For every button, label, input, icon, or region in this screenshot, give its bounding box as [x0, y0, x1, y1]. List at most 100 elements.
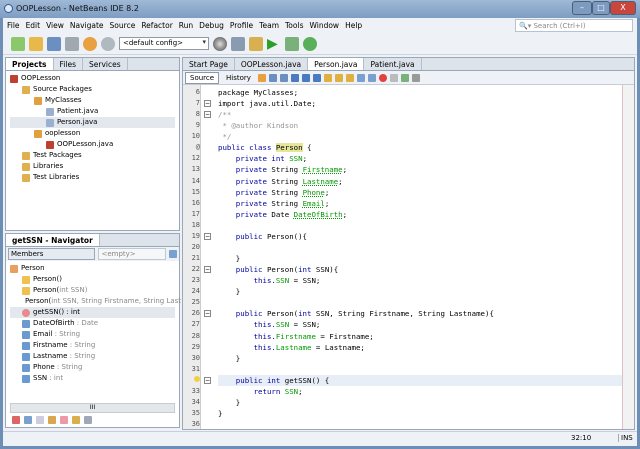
tree-item[interactable]: Libraries [10, 161, 175, 172]
close-button[interactable]: X [610, 1, 636, 15]
previous-bookmark-icon[interactable] [335, 74, 343, 82]
filter-static-icon[interactable] [36, 416, 44, 424]
editor-vscrollbar[interactable] [622, 85, 634, 429]
build-icon[interactable] [231, 37, 245, 51]
editor-tab[interactable]: Person.java [308, 58, 364, 70]
minimize-button[interactable]: – [572, 1, 592, 15]
menu-team[interactable]: Team [259, 21, 279, 30]
menu-debug[interactable]: Debug [199, 21, 224, 30]
menu-source[interactable]: Source [110, 21, 136, 30]
tab-services[interactable]: Services [83, 58, 128, 70]
menu-tools[interactable]: Tools [285, 21, 303, 30]
tree-item[interactable]: Patient.java [10, 106, 175, 117]
fold-toggle-icon[interactable]: − [204, 310, 211, 317]
profile-icon[interactable] [303, 37, 317, 51]
open-project-icon[interactable] [47, 37, 61, 51]
menu-window[interactable]: Window [309, 21, 339, 30]
tree-item[interactable]: Person.java [10, 117, 175, 128]
next-bookmark-icon[interactable] [346, 74, 354, 82]
record-macro-icon[interactable] [379, 74, 387, 82]
menu-refactor[interactable]: Refactor [141, 21, 172, 30]
navigator-item[interactable]: Firstname : String [10, 340, 175, 351]
menu-help[interactable]: Help [345, 21, 362, 30]
history-tab[interactable]: History [222, 73, 255, 83]
fold-toggle-icon[interactable]: − [204, 100, 211, 107]
tab-projects[interactable]: Projects [6, 58, 54, 70]
menu-view[interactable]: View [46, 21, 64, 30]
menu-file[interactable]: File [7, 21, 20, 30]
scroll-grip: III [90, 404, 95, 411]
scope-select[interactable]: <empty> [98, 248, 166, 260]
filter-inner-icon[interactable] [60, 416, 68, 424]
find-icon[interactable] [291, 74, 299, 82]
layout-icon[interactable] [169, 250, 177, 258]
globe-icon[interactable] [213, 37, 227, 51]
code-editor[interactable]: 6package MyClasses;7import java.util.Dat… [183, 85, 634, 429]
fold-toggle-icon[interactable]: − [204, 377, 211, 384]
filter-nonpublic-icon[interactable] [48, 416, 56, 424]
navigator-title[interactable]: getSSN - Navigator [6, 234, 100, 246]
run-icon[interactable]: ▶ [267, 37, 281, 51]
redo-icon[interactable] [101, 37, 115, 51]
menu-run[interactable]: Run [179, 21, 193, 30]
clean-build-icon[interactable] [249, 37, 263, 51]
last-edit-icon[interactable] [258, 74, 266, 82]
sort-name-icon[interactable] [84, 416, 92, 424]
menu-navigate[interactable]: Navigate [70, 21, 104, 30]
navigator-item[interactable]: Person [10, 263, 175, 274]
editor-tab[interactable]: Start Page [183, 58, 235, 70]
tab-files[interactable]: Files [54, 58, 83, 70]
forward-icon[interactable] [280, 74, 288, 82]
maximize-button[interactable]: □ [592, 1, 610, 15]
tree-item[interactable]: OOPLesson.java [10, 139, 175, 150]
tree-item[interactable]: Test Packages [10, 150, 175, 161]
tree-item[interactable]: Test Libraries [10, 172, 175, 183]
shift-right-icon[interactable] [368, 74, 376, 82]
java-file-icon [46, 108, 54, 116]
toggle-highlight-icon[interactable] [324, 74, 332, 82]
find-next-icon[interactable] [313, 74, 321, 82]
navigator-item[interactable]: DateOfBirth : Date [10, 318, 175, 329]
tree-item[interactable]: Source Packages [10, 84, 175, 95]
menu-edit[interactable]: Edit [26, 21, 41, 30]
package-icon [34, 130, 42, 138]
uncomment-icon[interactable] [412, 74, 420, 82]
find-previous-icon[interactable] [302, 74, 310, 82]
sort-icon[interactable] [72, 416, 80, 424]
source-tab[interactable]: Source [185, 72, 219, 84]
members-filter-select[interactable]: Members [8, 248, 95, 260]
navigator-item[interactable]: Person(int SSN, String Firstname, String… [10, 296, 175, 307]
navigator-item[interactable]: SSN : int [10, 373, 175, 384]
navigator-item[interactable]: Person() [10, 274, 175, 285]
tree-item[interactable]: OOPLesson [10, 73, 175, 84]
filter-fields-icon[interactable] [24, 416, 32, 424]
navigator-item[interactable]: Lastname : String [10, 351, 175, 362]
editor-tab[interactable]: Patient.java [364, 58, 421, 70]
save-all-icon[interactable] [65, 37, 79, 51]
navigator-item[interactable]: Phone : String [10, 362, 175, 373]
tree-item[interactable]: MyClasses [10, 95, 175, 106]
search-input[interactable]: 🔍▾ Search (Ctrl+I) [515, 19, 633, 32]
shift-left-icon[interactable] [357, 74, 365, 82]
navigator-item[interactable]: getSSN() : int [10, 307, 175, 318]
navigator-hscrollbar[interactable]: III [10, 403, 175, 413]
menu-profile[interactable]: Profile [230, 21, 253, 30]
fold-toggle-icon[interactable]: − [204, 111, 211, 118]
lightbulb-icon[interactable] [194, 376, 200, 382]
debug-icon[interactable] [285, 37, 299, 51]
comment-icon[interactable] [401, 74, 409, 82]
undo-icon[interactable] [83, 37, 97, 51]
stop-macro-icon[interactable] [390, 74, 398, 82]
fold-toggle-icon[interactable]: − [204, 266, 211, 273]
navigator-item[interactable]: Email : String [10, 329, 175, 340]
editor-tab[interactable]: OOPLesson.java [235, 58, 308, 70]
navigator-item[interactable]: Person(int SSN) [10, 285, 175, 296]
tree-item[interactable]: ooplesson [10, 128, 175, 139]
fold-toggle-icon[interactable]: − [204, 233, 211, 240]
search-icon: 🔍▾ [519, 22, 533, 30]
new-project-icon[interactable] [29, 37, 43, 51]
new-file-icon[interactable] [11, 37, 25, 51]
back-icon[interactable] [269, 74, 277, 82]
config-select[interactable]: <default config> [119, 37, 209, 50]
filter-inherited-icon[interactable] [12, 416, 20, 424]
